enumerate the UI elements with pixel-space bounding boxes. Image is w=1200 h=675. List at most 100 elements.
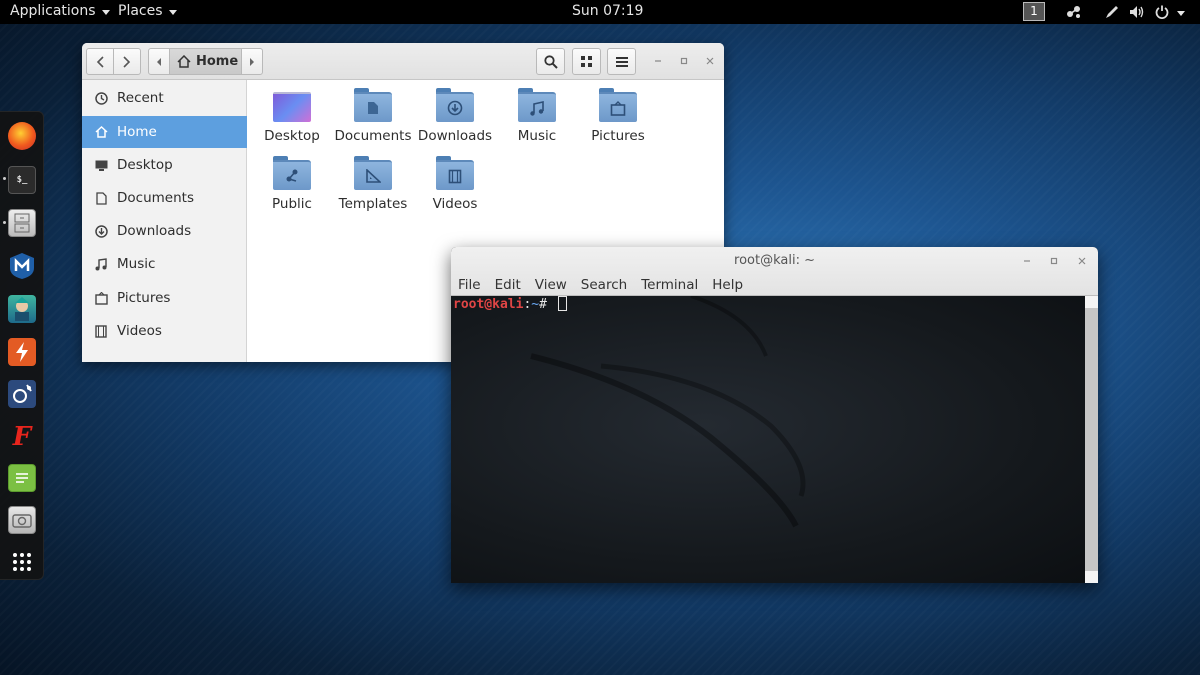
scroll-up-arrow[interactable] — [1085, 296, 1098, 308]
burpsuite-icon[interactable] — [8, 338, 36, 366]
terminal-title: root@kali: ~ — [734, 253, 815, 268]
volume-icon[interactable] — [1127, 2, 1147, 22]
menu-edit[interactable]: Edit — [495, 277, 521, 293]
chevron-down-icon — [168, 9, 177, 15]
kali-dragon-watermark — [530, 296, 806, 528]
view-grid-button[interactable] — [572, 48, 601, 75]
terminal-menubar: File Edit View Search Terminal Help — [458, 277, 757, 293]
sidebar-item-documents[interactable]: Documents — [82, 182, 247, 214]
home-icon — [177, 55, 191, 68]
prompt-path: ~ — [531, 297, 540, 312]
sidebar-item-pictures[interactable]: Pictures — [82, 282, 247, 314]
sidebar-item-home[interactable]: Home — [82, 116, 247, 148]
folder-downloads[interactable]: Downloads — [415, 88, 495, 144]
desktop-icon — [94, 158, 108, 172]
sidebar-item-desktop[interactable]: Desktop — [82, 149, 247, 181]
pen-icon[interactable] — [1102, 2, 1122, 22]
chevron-down-icon[interactable] — [1171, 2, 1191, 22]
prompt-user: root@kali — [453, 297, 524, 312]
close-button[interactable] — [1075, 254, 1089, 268]
file-manager-headerbar: Home — [82, 43, 724, 80]
sidebar-item-downloads[interactable]: Downloads — [82, 215, 247, 247]
maximize-button[interactable] — [1047, 254, 1061, 268]
files-cabinet-icon[interactable] — [8, 209, 36, 237]
search-button[interactable] — [536, 48, 565, 75]
menu-button[interactable] — [607, 48, 636, 75]
sidebar-item-label: Recent — [117, 90, 164, 106]
folder-label: Downloads — [417, 128, 493, 144]
sidebar-item-label: Downloads — [117, 223, 192, 239]
document-icon — [94, 191, 108, 205]
clock-icon — [94, 91, 108, 105]
forward-button[interactable] — [113, 48, 141, 75]
public-folder-icon — [273, 156, 311, 190]
terminal-screen[interactable]: root@kali:~# — [451, 296, 1085, 583]
running-indicator — [3, 221, 6, 224]
menu-search[interactable]: Search — [581, 277, 627, 293]
menu-help[interactable]: Help — [712, 277, 743, 293]
terminal-scrollbar[interactable] — [1085, 296, 1098, 583]
path-home-label: Home — [196, 54, 239, 69]
folder-label: Documents — [334, 128, 412, 144]
firefox-icon[interactable] — [8, 122, 36, 150]
path-scroll-left-button[interactable] — [148, 48, 170, 75]
scroll-down-arrow[interactable] — [1085, 571, 1098, 583]
music-folder-icon — [518, 88, 556, 122]
metasploit-icon[interactable] — [8, 252, 36, 280]
pictures-icon — [94, 291, 108, 305]
network-icon[interactable] — [1064, 2, 1084, 22]
places-menu[interactable]: Places — [118, 3, 177, 19]
workspace-indicator[interactable]: 1 — [1023, 2, 1045, 21]
menu-view[interactable]: View — [535, 277, 567, 293]
top-bar: Applications Places Sun 07:19 1 — [0, 0, 1200, 24]
folder-desktop[interactable]: Desktop — [252, 88, 332, 144]
folder-label: Templates — [338, 196, 408, 212]
menu-terminal[interactable]: Terminal — [641, 277, 698, 293]
screenshot-icon[interactable] — [8, 506, 36, 534]
leafpad-icon[interactable] — [8, 464, 36, 492]
folder-videos[interactable]: Videos — [415, 156, 495, 212]
chevron-left-icon — [96, 55, 104, 68]
sidebar-item-label: Desktop — [117, 157, 173, 173]
show-apps-icon[interactable] — [8, 548, 36, 576]
folder-music[interactable]: Music — [497, 88, 577, 144]
sidebar-item-videos[interactable]: Videos — [82, 315, 247, 347]
folder-public[interactable]: Public — [252, 156, 332, 212]
prompt-symbol: # — [539, 297, 555, 312]
applications-menu[interactable]: Applications — [10, 3, 110, 19]
minimize-icon — [1024, 260, 1030, 262]
grid-icon — [581, 56, 592, 67]
video-icon — [94, 324, 108, 338]
minimize-icon — [655, 60, 661, 62]
folder-label: Public — [272, 196, 312, 212]
music-icon — [94, 257, 108, 271]
close-button[interactable] — [703, 54, 717, 68]
folder-documents[interactable]: Documents — [333, 88, 413, 144]
minimize-button[interactable] — [651, 54, 665, 68]
menu-file[interactable]: File — [458, 277, 481, 293]
back-button[interactable] — [86, 48, 114, 75]
maximize-button[interactable] — [677, 54, 691, 68]
minimize-button[interactable] — [1020, 254, 1034, 268]
hamburger-icon — [615, 56, 628, 67]
templates-folder-icon — [354, 156, 392, 190]
sidebar-item-music[interactable]: Music — [82, 248, 247, 280]
terminal-icon[interactable]: $_ — [8, 166, 36, 194]
sidebar-item-recent[interactable]: Recent — [82, 82, 247, 114]
beef-icon[interactable] — [8, 380, 36, 408]
path-home-button[interactable]: Home — [169, 48, 242, 75]
maximize-icon — [1050, 257, 1058, 265]
clock[interactable]: Sun 07:19 — [572, 3, 643, 19]
faraday-icon[interactable]: F — [8, 422, 36, 452]
running-indicator — [3, 177, 6, 180]
folder-templates[interactable]: Templates — [333, 156, 413, 212]
downloads-folder-icon — [436, 88, 474, 122]
path-scroll-right-button[interactable] — [241, 48, 263, 75]
sidebar-item-partial[interactable] — [82, 348, 247, 362]
pictures-folder-icon — [599, 88, 637, 122]
sidebar-item-label: Documents — [117, 190, 194, 206]
armitage-icon[interactable] — [8, 295, 36, 323]
power-icon[interactable] — [1152, 2, 1172, 22]
sidebar-item-label: Videos — [117, 323, 162, 339]
folder-pictures[interactable]: Pictures — [578, 88, 658, 144]
